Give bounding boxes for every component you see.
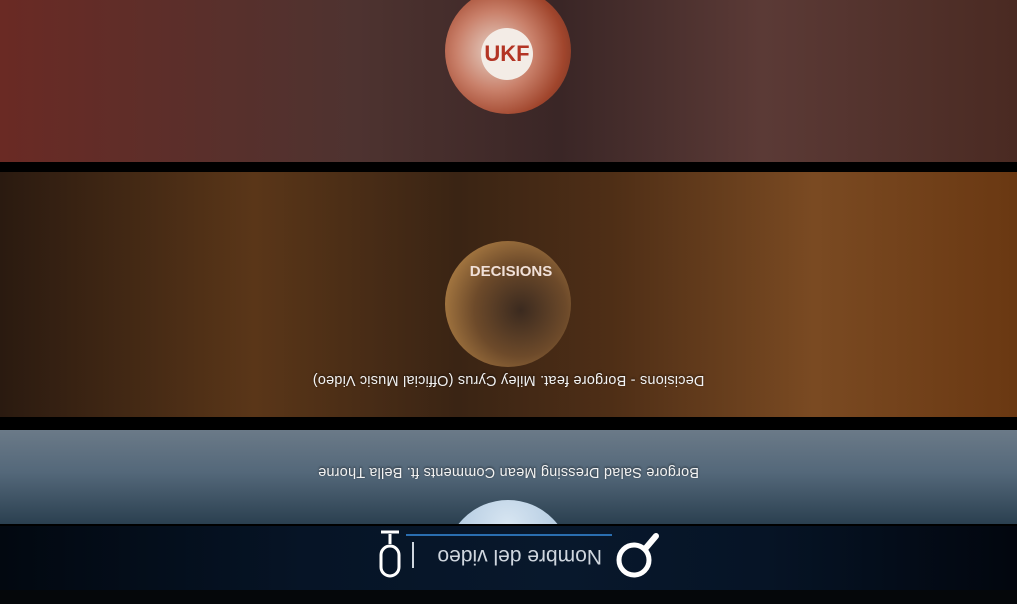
search-input[interactable] (406, 536, 612, 576)
ukf-logo: UKF (481, 28, 533, 80)
thumbnail-text: DECISIONS (469, 263, 553, 280)
microphone-icon[interactable] (375, 526, 405, 580)
divider (0, 524, 1017, 526)
video-item[interactable]: Decisions - Borgore feat. Miley Cyrus (O… (0, 172, 1017, 417)
video-item[interactable]: Borgore Salad Dressing Mean Comments ft.… (0, 430, 1017, 524)
text-cursor (412, 542, 414, 568)
divider (0, 162, 1017, 172)
top-strip (0, 590, 1017, 604)
video-title: Decisions - Borgore feat. Miley Cyrus (O… (312, 372, 705, 388)
video-thumbnail: DECISIONS (445, 241, 571, 367)
video-item[interactable]: UKF (0, 0, 1017, 162)
video-thumbnail (445, 500, 571, 524)
divider (0, 417, 1017, 430)
search-bar (0, 524, 1017, 590)
video-thumbnail: UKF (445, 0, 571, 114)
app-screen: Borgore Salad Dressing Mean Comments ft.… (0, 0, 1017, 604)
search-icon[interactable] (613, 530, 661, 580)
search-field[interactable] (406, 534, 612, 576)
video-title: Borgore Salad Dressing Mean Comments ft.… (317, 464, 700, 480)
